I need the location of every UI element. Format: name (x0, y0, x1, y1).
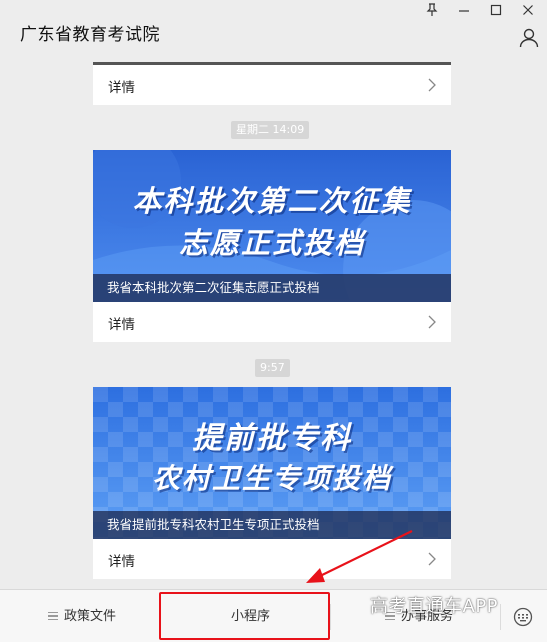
divider (330, 604, 331, 630)
message-feed[interactable]: 详情 星期二 14:09 本科批次第二次征集 志愿正式投档 我省本科批次第二次征… (0, 62, 547, 589)
detail-row[interactable]: 详情 (93, 302, 451, 342)
highlight-box (159, 592, 330, 640)
timestamp: 9:57 (255, 359, 290, 377)
chevron-right-icon (428, 78, 436, 92)
banner-title-line: 志愿正式投档 (178, 226, 365, 260)
message-card[interactable]: 本科批次第二次征集 志愿正式投档 我省本科批次第二次征集志愿正式投档 详情 (93, 150, 451, 342)
banner-title-line: 提前批专科 (192, 421, 352, 456)
window-header: 广东省教育考试院 (0, 0, 547, 62)
detail-label: 详情 (108, 317, 135, 333)
close-icon[interactable] (518, 3, 538, 21)
message-card[interactable]: 提前批专科 农村卫生专项投档 我省提前批专科农村卫生专项正式投档 详情 (93, 387, 451, 579)
banner-caption: 我省本科批次第二次征集志愿正式投档 (93, 274, 451, 302)
window-title: 广东省教育考试院 (20, 25, 160, 45)
detail-row[interactable]: 详情 (93, 65, 451, 105)
tab-policy-documents[interactable]: 政策文件 (48, 590, 116, 642)
timestamp: 星期二 14:09 (231, 121, 310, 139)
article-banner[interactable]: 本科批次第二次征集 志愿正式投档 我省本科批次第二次征集志愿正式投档 (93, 150, 451, 302)
chevron-right-icon (428, 315, 436, 329)
detail-label: 详情 (108, 80, 135, 96)
banner-title-line: 农村卫生专项投档 (151, 462, 392, 495)
keyboard-icon[interactable] (512, 607, 534, 627)
detail-row[interactable]: 详情 (93, 539, 451, 579)
pin-icon[interactable] (422, 3, 442, 21)
watermark: 高考直通车APP (370, 596, 499, 617)
tab-label: 政策文件 (64, 609, 117, 624)
detail-label: 详情 (108, 554, 135, 570)
divider (500, 604, 501, 630)
user-profile-icon[interactable] (518, 27, 540, 49)
menu-icon (48, 612, 58, 620)
banner-title-line: 本科批次第二次征集 (132, 184, 412, 218)
message-card-partial[interactable]: 详情 (93, 62, 451, 105)
banner-caption: 我省提前批专科农村卫生专项正式投档 (93, 511, 451, 539)
maximize-icon[interactable] (486, 3, 506, 21)
article-banner[interactable]: 提前批专科 农村卫生专项投档 我省提前批专科农村卫生专项正式投档 (93, 387, 451, 539)
chevron-right-icon (428, 552, 436, 566)
minimize-icon[interactable] (454, 3, 474, 21)
